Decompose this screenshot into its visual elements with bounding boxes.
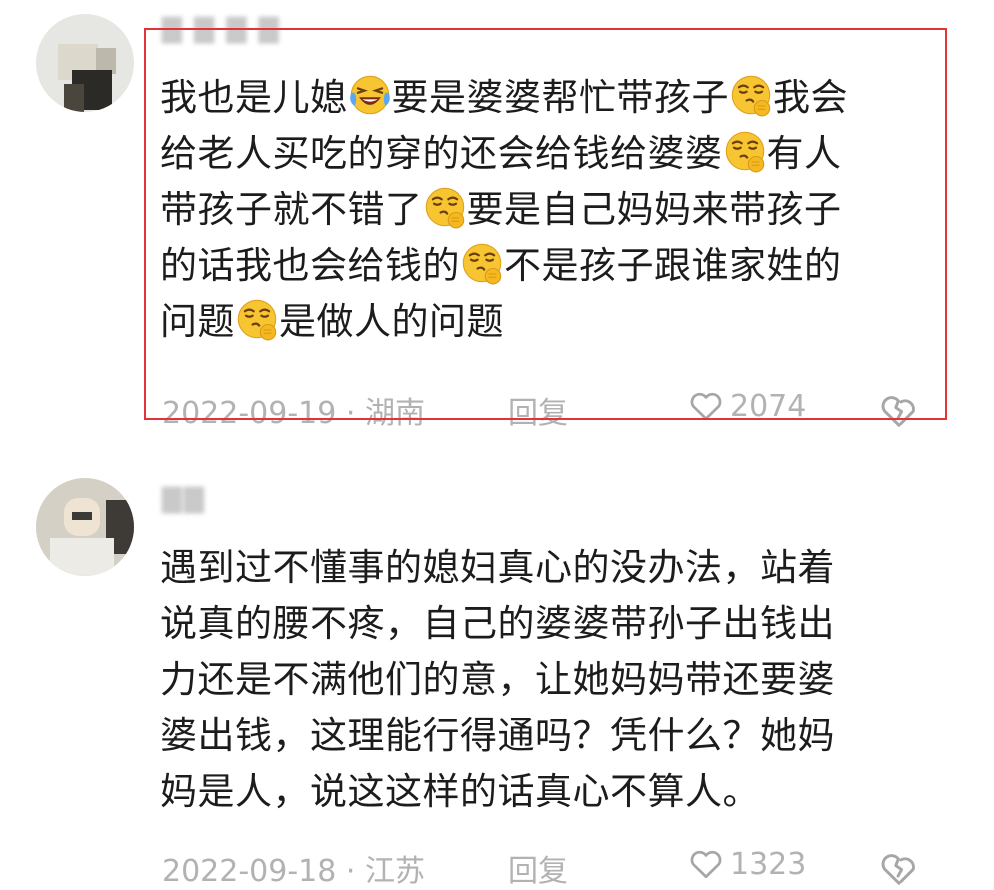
text-segment: 妈是人，说这这样的话真心不算人。 [160, 770, 760, 813]
comment-line: 妈是人，说这这样的话真心不算人。 [160, 764, 940, 820]
avatar[interactable] [36, 478, 134, 576]
highlight-box [144, 28, 947, 420]
like-button[interactable]: 1323 [688, 846, 806, 882]
avatar[interactable] [36, 14, 134, 112]
username[interactable]: ▇▇ [162, 484, 206, 514]
comment-line: 遇到过不懂事的媳妇真心的没办法，站着 [160, 540, 940, 596]
comment-text: 遇到过不懂事的媳妇真心的没办法，站着 说真的腰不疼，自己的婆婆带孙子出钱出 力还是不… [160, 540, 940, 820]
date-location: 2022-09-18 · 江苏 [162, 854, 425, 889]
reply-button[interactable]: 回复 [508, 846, 568, 890]
comment-line: 说真的腰不疼，自己的婆婆带孙子出钱出 [160, 596, 940, 652]
comment-meta: 2022-09-18 · 江苏 回复 1323 [162, 846, 942, 890]
broken-heart-icon[interactable] [878, 848, 920, 888]
comment-line: 力还是不满他们的意，让她妈妈带还要婆 [160, 652, 940, 708]
text-segment: 婆出钱，这理能行得通吗？凭什么？她妈 [160, 714, 835, 757]
heart-icon [690, 850, 722, 879]
text-segment: 力还是不满他们的意，让她妈妈带还要婆 [160, 658, 835, 701]
like-count: 1323 [730, 846, 807, 882]
text-segment: 说真的腰不疼，自己的婆婆带孙子出钱出 [160, 602, 835, 645]
text-segment: 遇到过不懂事的媳妇真心的没办法，站着 [160, 546, 835, 589]
comment-line: 婆出钱，这理能行得通吗？凭什么？她妈 [160, 708, 940, 764]
